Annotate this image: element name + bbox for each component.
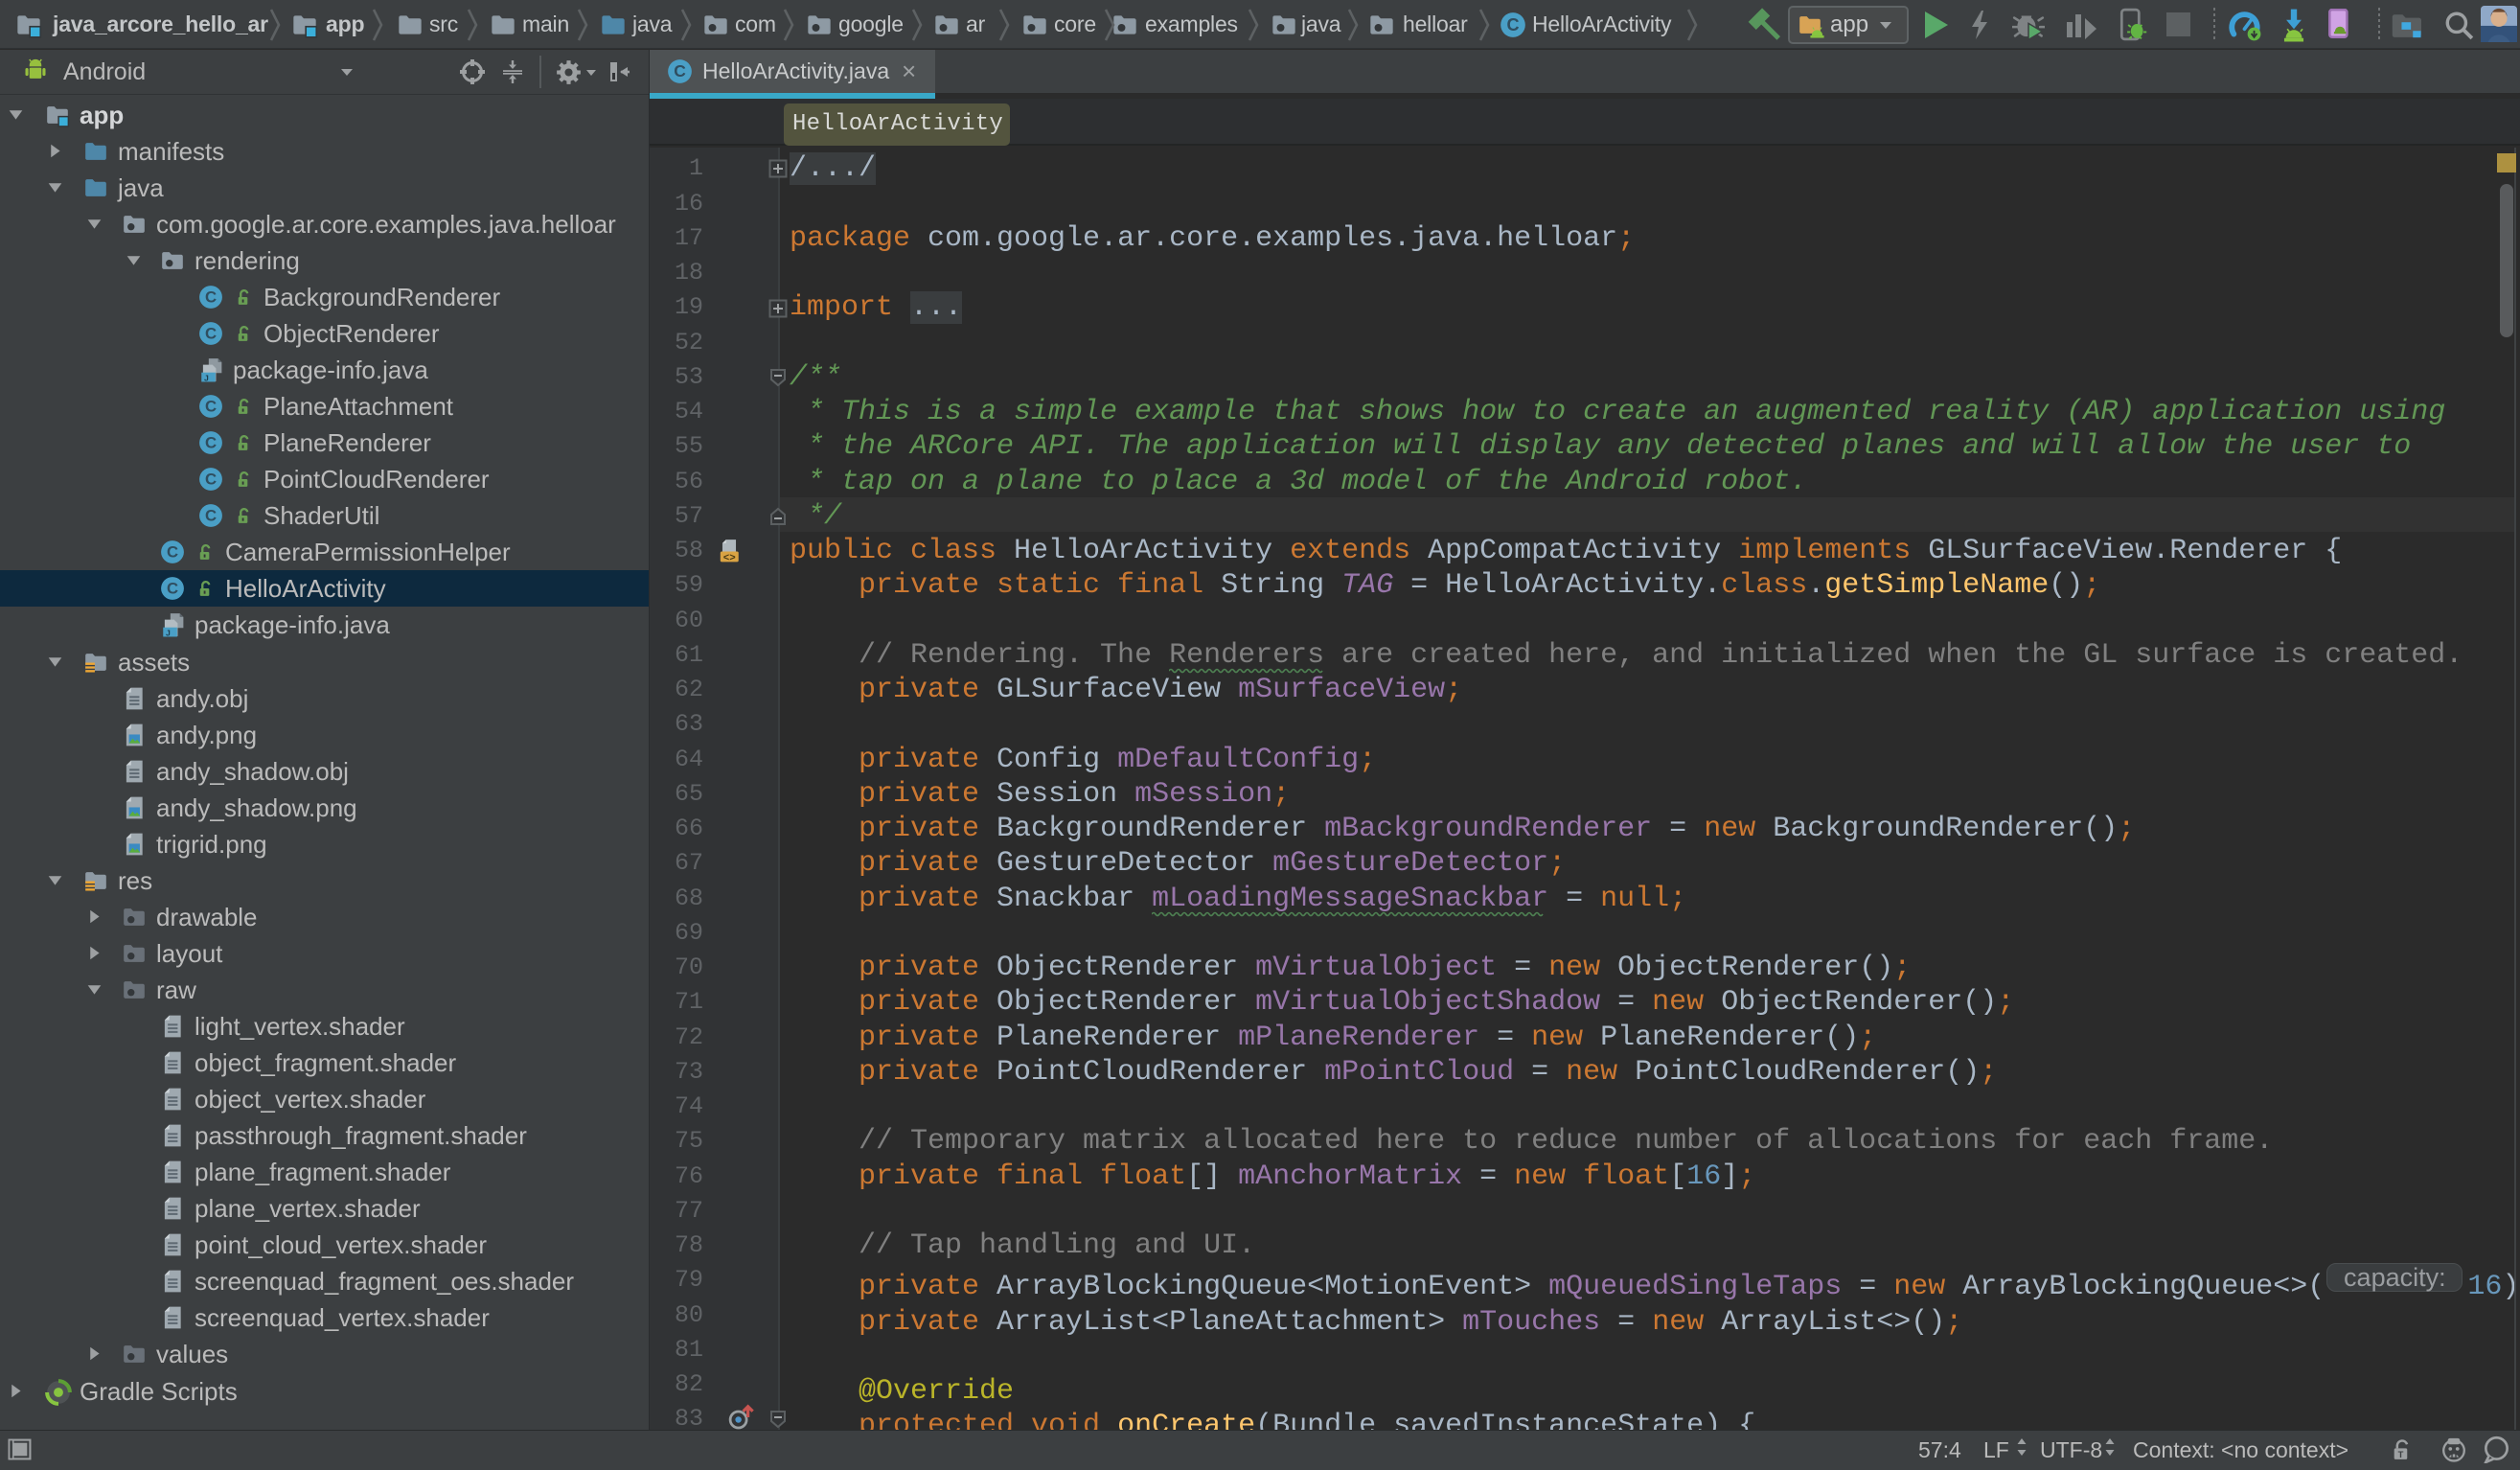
svg-text:C: C xyxy=(205,398,217,416)
svg-text:T: T xyxy=(2398,1449,2404,1459)
svg-text:C: C xyxy=(1506,14,1519,34)
svg-text:C: C xyxy=(674,61,686,80)
svg-text:C: C xyxy=(167,580,178,598)
svg-text:C: C xyxy=(205,507,217,525)
svg-text:J: J xyxy=(204,373,209,382)
svg-text:C: C xyxy=(205,287,217,306)
svg-text:J: J xyxy=(166,629,171,638)
svg-text:C: C xyxy=(167,543,178,562)
svg-text:C: C xyxy=(205,471,217,489)
svg-text:C: C xyxy=(205,324,217,342)
svg-text:C: C xyxy=(205,434,217,452)
svg-text:<>: <> xyxy=(723,553,736,563)
